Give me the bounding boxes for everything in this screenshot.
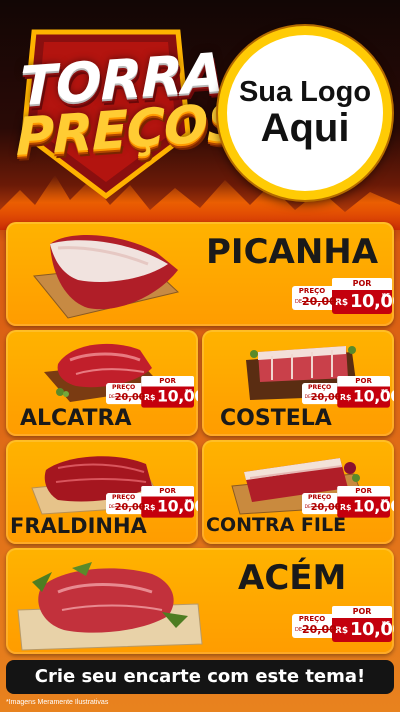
preco-label: PREÇO xyxy=(307,493,332,501)
logo-line-2: Aqui xyxy=(260,105,350,150)
price-por-label: POR xyxy=(337,486,390,497)
acem-meat-image xyxy=(17,562,203,651)
price-tag-costela: POR R$ 10,00 KG PREÇO DE 20,00 xyxy=(302,376,394,415)
price-por-label: POR xyxy=(337,376,390,387)
product-card-alcatra: ALCATRA POR R$ 10,00 KG PREÇO DE 20,00 xyxy=(6,330,198,436)
old-price: 20,00 xyxy=(302,623,337,636)
unit-label: KG xyxy=(185,499,193,505)
logo-placeholder: Sua Logo Aqui xyxy=(218,26,392,200)
price-por-label: POR xyxy=(141,486,194,497)
unit-label: KG xyxy=(381,499,389,505)
preco-label: PREÇO xyxy=(307,383,332,391)
product-card-contra-file: CONTRA FILÉ POR R$ 10,00 KG PREÇO DE 20,… xyxy=(202,440,394,544)
old-price: 20,00 xyxy=(310,500,342,513)
price-tag-alcatra: POR R$ 10,00 KG PREÇO DE 20,00 xyxy=(106,376,198,415)
old-price: 20,00 xyxy=(310,390,342,403)
price-box: R$ 10,00 KG xyxy=(332,290,394,314)
flyer: TORRA PREÇOS Sua Logo Aqui PICANHA POR R… xyxy=(0,0,400,712)
price-box: R$ 10,00 KG xyxy=(332,618,394,642)
old-price-box: PREÇO DE 20,00 xyxy=(302,493,341,515)
price-box: R$ 10,00 KG xyxy=(141,386,198,408)
product-card-costela: COSTELA POR R$ 10,00 KG PREÇO DE 20,00 xyxy=(202,330,394,436)
price-box: R$ 10,00 KG xyxy=(337,386,394,408)
logo-line-1: Sua Logo xyxy=(238,75,372,108)
de-label: DE xyxy=(295,299,303,305)
disclaimer-text: *Imagens Meramente Ilustrativas xyxy=(6,699,109,706)
unit-label: KG xyxy=(382,621,390,627)
price-por-label: POR xyxy=(141,376,194,387)
preco-label: PREÇO xyxy=(111,493,136,501)
old-price: 20,00 xyxy=(114,390,146,403)
price-tag-contra-file: POR R$ 10,00 KG PREÇO DE 20,00 xyxy=(302,486,394,525)
product-name-picanha: PICANHA xyxy=(206,232,379,272)
cta-banner[interactable]: Crie seu encarte com este tema! xyxy=(6,660,394,694)
product-name-acem: ACÉM xyxy=(238,558,347,598)
de-label: DE xyxy=(295,627,303,633)
price-box: R$ 10,00 KG xyxy=(141,496,198,518)
product-card-fraldinha: FRALDINHA POR R$ 10,00 KG PREÇO DE 20,00 xyxy=(6,440,198,544)
price-tag-fraldinha: POR R$ 10,00 KG PREÇO DE 20,00 xyxy=(106,486,198,525)
old-price-box: PREÇO DE 20,00 xyxy=(106,383,145,405)
old-price: 20,00 xyxy=(114,500,146,513)
unit-label: KG xyxy=(185,389,193,395)
preco-label: PREÇO xyxy=(298,287,326,295)
old-price-box: PREÇO DE 20,00 xyxy=(302,383,341,405)
unit-label: KG xyxy=(382,293,390,299)
picanha-meat-image xyxy=(33,234,180,319)
old-price-box: PREÇO DE 20,00 xyxy=(106,493,145,515)
old-price-box: PREÇO DE 20,00 xyxy=(292,286,337,310)
title-badge: TORRA PREÇOS xyxy=(6,14,244,200)
price-por-label: POR xyxy=(332,606,392,618)
product-card-picanha: PICANHA POR R$ 10,00 KG PREÇO DE 20,00 xyxy=(6,222,394,326)
product-card-acem: ACÉM POR R$ 10,00 KG PREÇO DE 20,00 xyxy=(6,548,394,654)
preco-label: PREÇO xyxy=(298,615,326,623)
price-tag-picanha: POR R$ 10,00 KG PREÇO DE 20,00 xyxy=(292,278,394,322)
unit-label: KG xyxy=(381,389,389,395)
price-box: R$ 10,00 KG xyxy=(337,496,394,518)
old-price: 20,00 xyxy=(302,295,337,308)
price-tag-acem: POR R$ 10,00 KG PREÇO DE 20,00 xyxy=(292,606,394,650)
price-por-label: POR xyxy=(332,278,392,290)
preco-label: PREÇO xyxy=(111,383,136,391)
old-price-box: PREÇO DE 20,00 xyxy=(292,614,337,638)
